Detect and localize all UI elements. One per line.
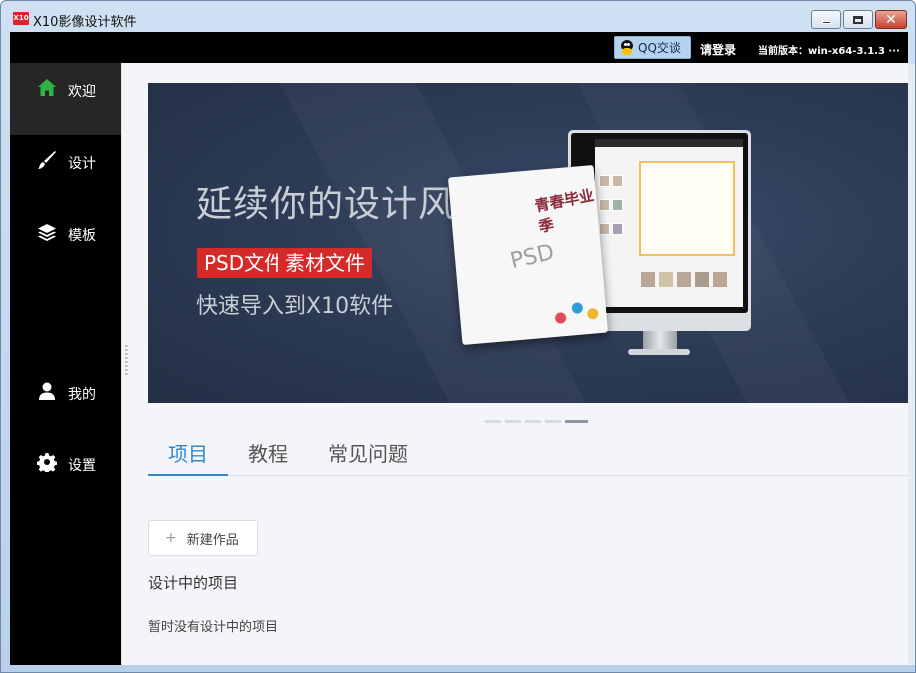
version-text[interactable]: 当前版本：win-x64-3.1.3 ··· [758,42,900,57]
sidebar-item-welcome[interactable]: 欢迎 [10,63,121,135]
qq-penguin-icon [620,39,634,56]
splitter-grip-icon[interactable] [125,345,128,377]
app-window: X10 X10影像设计软件 ✕ QQ交谈 请登录 当前版本：win-x64-3.… [0,0,916,673]
sidebar: 欢迎 设计 模板 我的 设置 [10,63,121,665]
sidebar-item-mine[interactable]: 我的 [10,366,121,438]
in-progress-section-title: 设计中的项目 [148,574,239,592]
sidebar-item-label: 模板 [68,228,96,244]
maximize-button[interactable] [843,10,873,29]
poster-title-art: 青春毕业季 [533,186,596,236]
close-icon: ✕ [885,11,897,28]
monitor-screen [595,139,743,307]
screen-canvas [639,161,735,256]
login-link[interactable]: 请登录 [700,41,736,58]
main-content: 延续你的设计风格 PSD文件 素材文件 快速导入到X10软件 青春毕业季 PSD… [131,63,908,665]
poster-leaves-decoration [548,294,602,328]
window-controls: ✕ [809,10,907,29]
empty-state-text: 暂时没有设计中的项目 [148,620,279,635]
psd-poster-illustration: 青春毕业季 PSD [447,164,609,346]
qq-chat-button[interactable]: QQ交谈 [614,36,691,59]
sidebar-item-templates[interactable]: 模板 [10,207,121,279]
window-title: X10影像设计软件 [33,15,137,30]
sidebar-item-label: 设置 [68,458,96,474]
qq-chat-label: QQ交谈 [638,41,681,55]
tab-projects[interactable]: 项目 [148,435,228,476]
new-project-button[interactable]: + 新建作品 [148,520,258,556]
poster-psd-text: PSD [507,239,557,275]
app-logo-icon: X10 [13,12,29,25]
carousel-dot-5[interactable] [565,420,588,423]
sidebar-item-label: 设计 [68,156,96,172]
top-bar: QQ交谈 请登录 当前版本：win-x64-3.1.3 ··· [10,32,908,63]
tab-tutorials[interactable]: 教程 [228,435,308,476]
title-bar[interactable]: X10 X10影像设计软件 ✕ [1,1,915,32]
carousel-dot-3[interactable] [525,420,541,423]
plus-icon: + [165,530,177,546]
carousel-dot-2[interactable] [505,420,521,423]
client-area: QQ交谈 请登录 当前版本：win-x64-3.1.3 ··· 欢迎 设计 模板… [10,32,908,665]
banner-tag-material: 素材文件 [278,248,372,278]
promo-banner[interactable]: 延续你的设计风格 PSD文件 素材文件 快速导入到X10软件 青春毕业季 PSD [148,83,908,403]
maximize-icon [853,15,863,24]
new-project-label: 新建作品 [186,532,239,548]
sidebar-item-settings[interactable]: 设置 [10,437,121,509]
sidebar-item-label: 欢迎 [68,84,96,100]
sidebar-item-design[interactable]: 设计 [10,135,121,207]
minimize-icon [821,21,831,24]
banner-subline: 快速导入到X10软件 [196,294,394,319]
close-button[interactable]: ✕ [875,10,907,29]
sidebar-item-label: 我的 [68,387,96,403]
content-tabs: 项目 教程 常见问题 [148,435,908,476]
carousel-dot-1[interactable] [485,420,501,423]
tab-faq[interactable]: 常见问题 [308,435,428,476]
carousel-dot-4[interactable] [545,420,561,423]
sidebar-splitter[interactable] [121,63,131,665]
window-right-edge [908,64,915,665]
minimize-button[interactable] [811,10,841,29]
carousel-indicators [485,420,592,423]
